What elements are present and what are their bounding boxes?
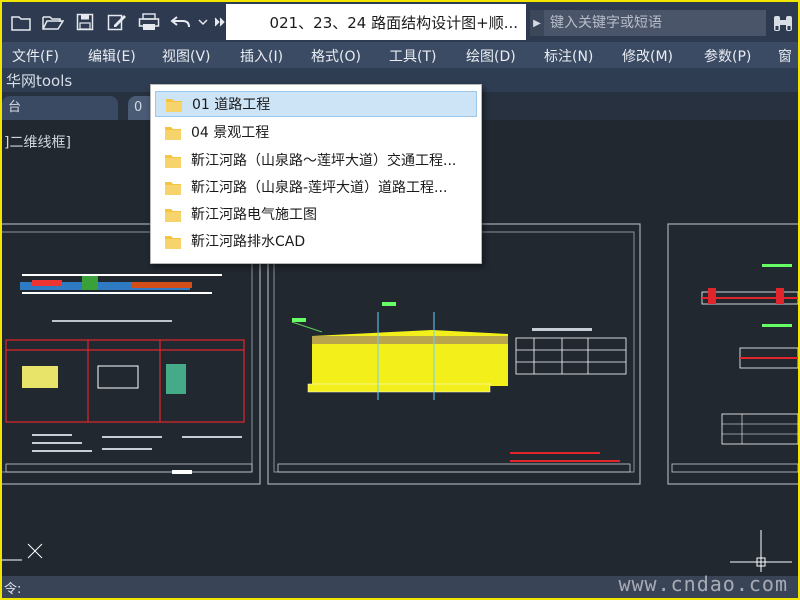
dropdown-item-label: 靳江河路排水CAD [191,234,306,250]
search-input[interactable] [544,11,766,35]
chevron-right-icon[interactable]: ▶ [530,10,544,36]
viewport-label[interactable]: ]二维线框] [4,132,71,152]
dropdown-item-label: 04 景观工程 [191,125,270,141]
title-bar: 021、23、24 路面结构设计图+顺... ▶ [2,2,798,42]
window-title: 021、23、24 路面结构设计图+顺... [269,13,518,32]
quick-access-toolbar [2,2,228,42]
menu-parameter[interactable]: 参数(P) [704,46,751,66]
window-title-box: 021、23、24 路面结构设计图+顺... [226,4,526,40]
watermark: www.cndao.com [618,572,788,596]
command-prompt: 令: [4,582,22,597]
folder-icon [165,153,181,168]
menu-bar: 文件(F) 编辑(E) 视图(V) 插入(I) 格式(O) 工具(T) 绘图(D… [2,42,798,68]
dropdown-item-label: 靳江河路（山泉路-莲坪大道）道路工程... [191,180,448,196]
menu-insert[interactable]: 插入(I) [240,46,283,66]
edit-icon[interactable] [104,9,130,35]
tab-start[interactable]: 台 [2,96,118,120]
chevron-down-icon[interactable] [196,9,210,35]
menu-draw[interactable]: 绘图(D) [466,46,516,66]
app-window: 021、23、24 路面结构设计图+顺... ▶ 文件(F) 编辑(E) 视图(… [0,0,800,600]
binoculars-icon[interactable] [770,10,796,36]
dropdown-item-label: 靳江河路（山泉路～莲坪大道）交通工程... [191,153,457,169]
menu-edit[interactable]: 编辑(E) [88,46,136,66]
menu-format[interactable]: 格式(O) [311,46,361,66]
undo-icon[interactable] [168,9,194,35]
search-box: ▶ [530,10,766,36]
menu-tools[interactable]: 工具(T) [389,46,436,66]
dropdown-item[interactable]: 靳江河路排水CAD [155,228,477,254]
menu-file[interactable]: 文件(F) [12,46,59,66]
menu-view[interactable]: 视图(V) [162,46,211,66]
dropdown-item[interactable]: 01 道路工程 [155,91,477,117]
tab-label: 0 [134,100,143,115]
folder-icon [165,207,181,222]
menu-modify[interactable]: 修改(M) [622,46,673,66]
dropdown-item-label: 靳江河路电气施工图 [191,207,317,223]
save-icon[interactable] [72,9,98,35]
folder-icon [165,234,181,249]
folder-icon [165,125,181,140]
folder-dropdown: 01 道路工程 04 景观工程 靳江河路（山泉路～莲坪大道）交通工程... 靳江… [150,84,482,264]
folder-icon [165,180,181,195]
menu-window[interactable]: 窗 [778,46,792,66]
dropdown-item[interactable]: 04 景观工程 [155,119,477,145]
print-icon[interactable] [136,9,162,35]
dropdown-item[interactable]: 靳江河路（山泉路～莲坪大道）交通工程... [155,147,477,173]
plugin-menu[interactable]: 华网tools [6,70,72,91]
dropdown-item-label: 01 道路工程 [192,97,271,113]
dropdown-item[interactable]: 靳江河路（山泉路-莲坪大道）道路工程... [155,174,477,200]
folder-icon [166,97,182,112]
menu-dimension[interactable]: 标注(N) [544,46,593,66]
dropdown-item[interactable]: 靳江河路电气施工图 [155,201,477,227]
open-icon[interactable] [40,9,66,35]
new-folder-icon[interactable] [8,9,34,35]
tab-label: 台 [8,100,22,115]
